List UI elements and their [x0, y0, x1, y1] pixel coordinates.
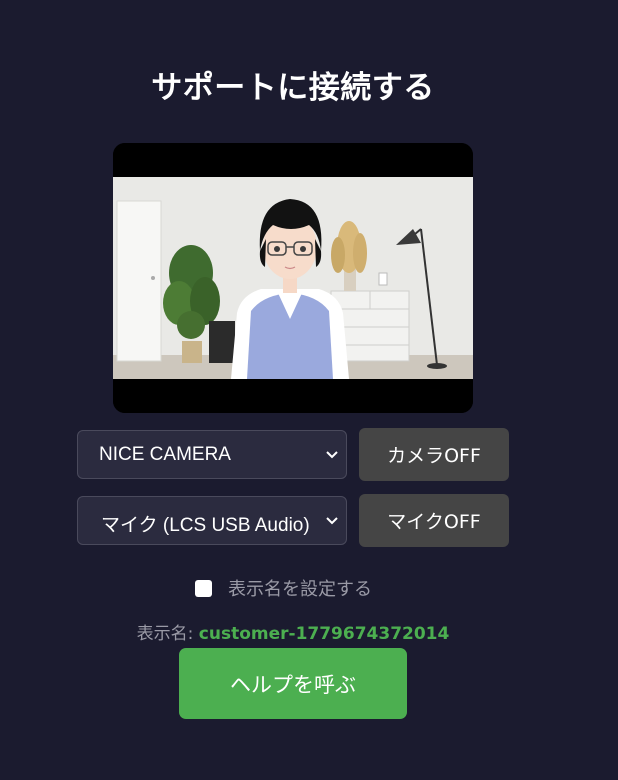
- mic-select[interactable]: マイク (LCS USB Audio): [77, 496, 347, 545]
- video-preview: [113, 143, 473, 413]
- set-display-name-row[interactable]: 表示名を設定する: [195, 575, 372, 601]
- chevron-down-icon: [326, 517, 338, 525]
- video-preview-image: [113, 143, 473, 413]
- display-name-label: 表示名:: [136, 624, 199, 644]
- set-display-name-label: 表示名を設定する: [228, 579, 372, 600]
- chevron-down-icon: [326, 451, 338, 459]
- display-name-readout: 表示名: customer-1779674372014: [0, 619, 586, 644]
- call-help-button[interactable]: ヘルプを呼ぶ: [179, 648, 407, 719]
- support-connect-page: サポートに接続する NICE CAMERA カメラOFF マイク (LCS US…: [0, 0, 618, 780]
- camera-select[interactable]: NICE CAMERA: [77, 430, 347, 479]
- page-title: サポートに接続する: [151, 70, 435, 106]
- camera-select-value: NICE CAMERA: [99, 444, 231, 465]
- camera-off-button[interactable]: カメラOFF: [359, 428, 509, 481]
- set-display-name-checkbox[interactable]: [195, 579, 212, 597]
- mic-off-button[interactable]: マイクOFF: [359, 494, 509, 547]
- mic-select-value: マイク (LCS USB Audio): [101, 515, 310, 536]
- display-name-value: customer-1779674372014: [198, 624, 450, 644]
